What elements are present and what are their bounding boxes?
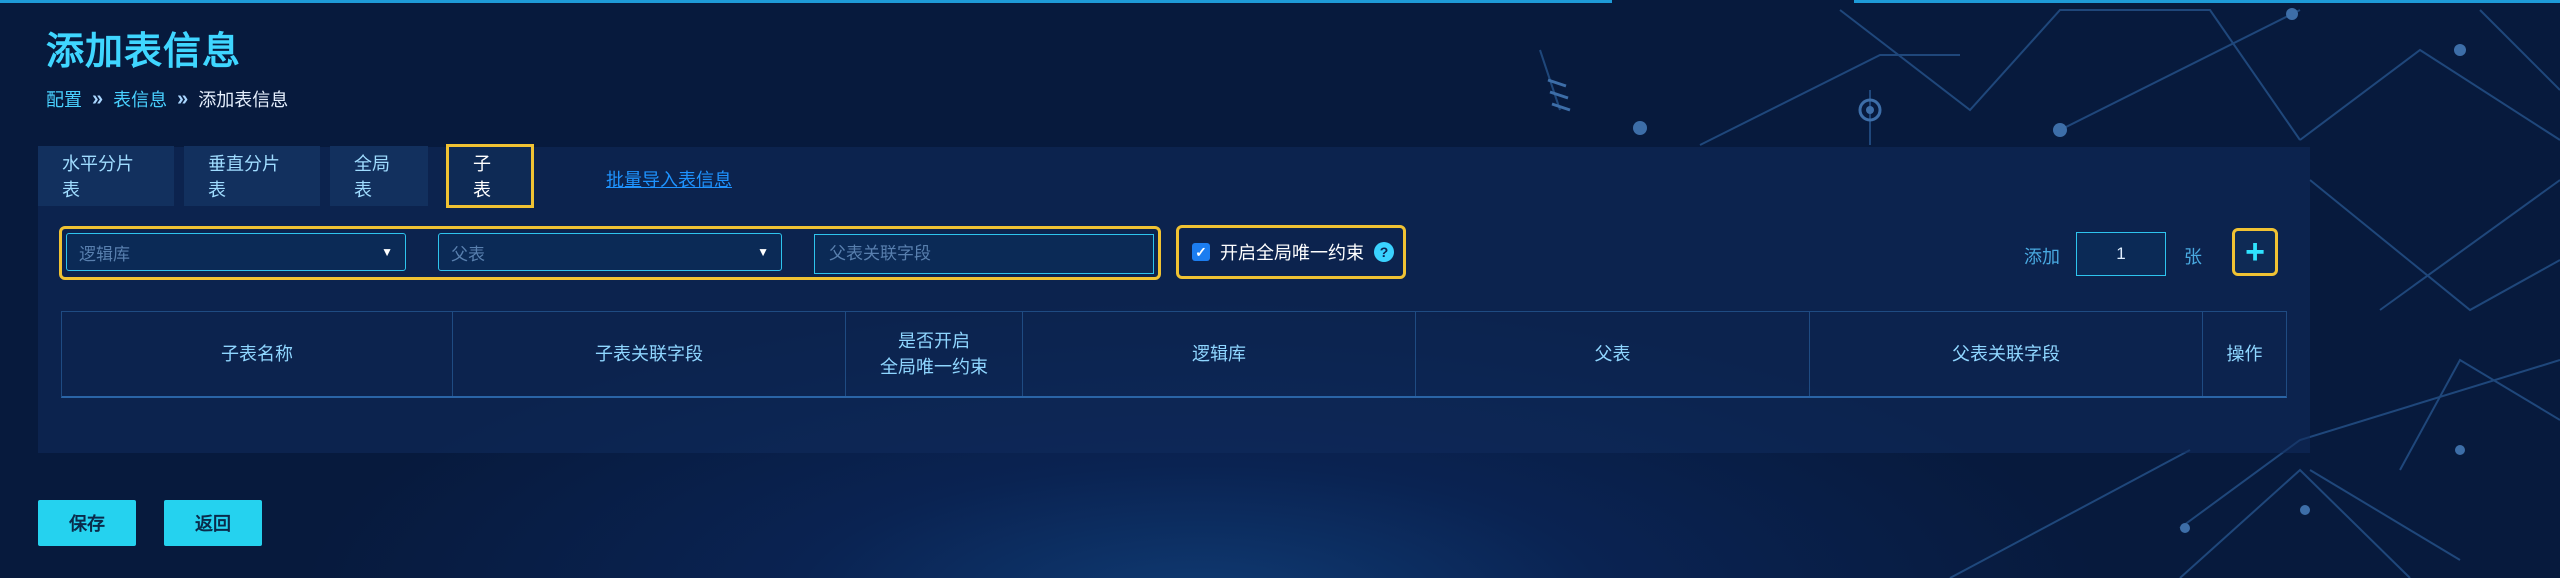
- add-label: 添加: [2024, 247, 2060, 267]
- batch-import-link[interactable]: 批量导入表信息: [606, 166, 732, 192]
- column-header-global-unique-line2: 全局唯一约束: [880, 357, 988, 377]
- breadcrumb-item-table-info[interactable]: 表信息: [113, 86, 167, 112]
- column-header-parent-table: 父表: [1416, 312, 1810, 396]
- tab-horizontal-shard[interactable]: 水平分片表: [38, 146, 174, 206]
- global-unique-checkbox[interactable]: ✓: [1192, 243, 1210, 261]
- add-row-button[interactable]: +: [2232, 228, 2278, 276]
- help-icon[interactable]: ?: [1374, 242, 1394, 262]
- save-button[interactable]: 保存: [38, 500, 136, 546]
- parent-table-select[interactable]: 父表 ▼: [438, 233, 782, 271]
- child-table-grid: 子表名称 子表关联字段 是否开启 全局唯一约束 逻辑库 父表 父表关联字段 操作: [61, 311, 2287, 398]
- logic-db-select[interactable]: 逻辑库 ▼: [66, 233, 406, 271]
- page-title: 添加表信息: [46, 31, 242, 73]
- breadcrumb: 配置 » 表信息 » 添加表信息: [46, 86, 288, 112]
- back-button[interactable]: 返回: [164, 500, 262, 546]
- global-unique-label: 开启全局唯一约束: [1220, 243, 1364, 263]
- top-progress-line-right: [1854, 0, 2560, 3]
- chevron-down-icon: ▼: [381, 245, 393, 259]
- add-count-input[interactable]: [2076, 232, 2166, 276]
- parent-table-placeholder: 父表: [451, 244, 485, 264]
- chevron-down-icon: ▼: [757, 245, 769, 259]
- breadcrumb-separator-icon: »: [177, 87, 189, 110]
- top-progress-line: [0, 0, 1612, 3]
- column-header-global-unique-line1: 是否开启: [898, 331, 970, 351]
- column-header-parent-field: 父表关联字段: [1810, 312, 2203, 396]
- logic-db-placeholder: 逻辑库: [79, 244, 130, 264]
- tab-child-table[interactable]: 子表: [446, 144, 534, 208]
- table-type-tabs: 水平分片表 垂直分片表 全局表 子表: [38, 144, 534, 208]
- breadcrumb-item-current: 添加表信息: [198, 90, 289, 110]
- column-header-child-field: 子表关联字段: [453, 312, 846, 396]
- global-unique-option: ✓ 开启全局唯一约束 ?: [1180, 227, 1406, 277]
- unit-label: 张: [2184, 247, 2202, 267]
- tab-global-table[interactable]: 全局表: [330, 146, 428, 206]
- column-header-logic-db: 逻辑库: [1023, 312, 1416, 396]
- column-header-global-unique: 是否开启 全局唯一约束: [846, 312, 1023, 396]
- column-header-child-name: 子表名称: [62, 312, 453, 396]
- tab-vertical-shard[interactable]: 垂直分片表: [184, 146, 320, 206]
- breadcrumb-item-config[interactable]: 配置: [46, 86, 82, 112]
- column-header-actions: 操作: [2226, 344, 2263, 364]
- breadcrumb-separator-icon: »: [92, 87, 104, 110]
- parent-field-input[interactable]: [814, 234, 1154, 274]
